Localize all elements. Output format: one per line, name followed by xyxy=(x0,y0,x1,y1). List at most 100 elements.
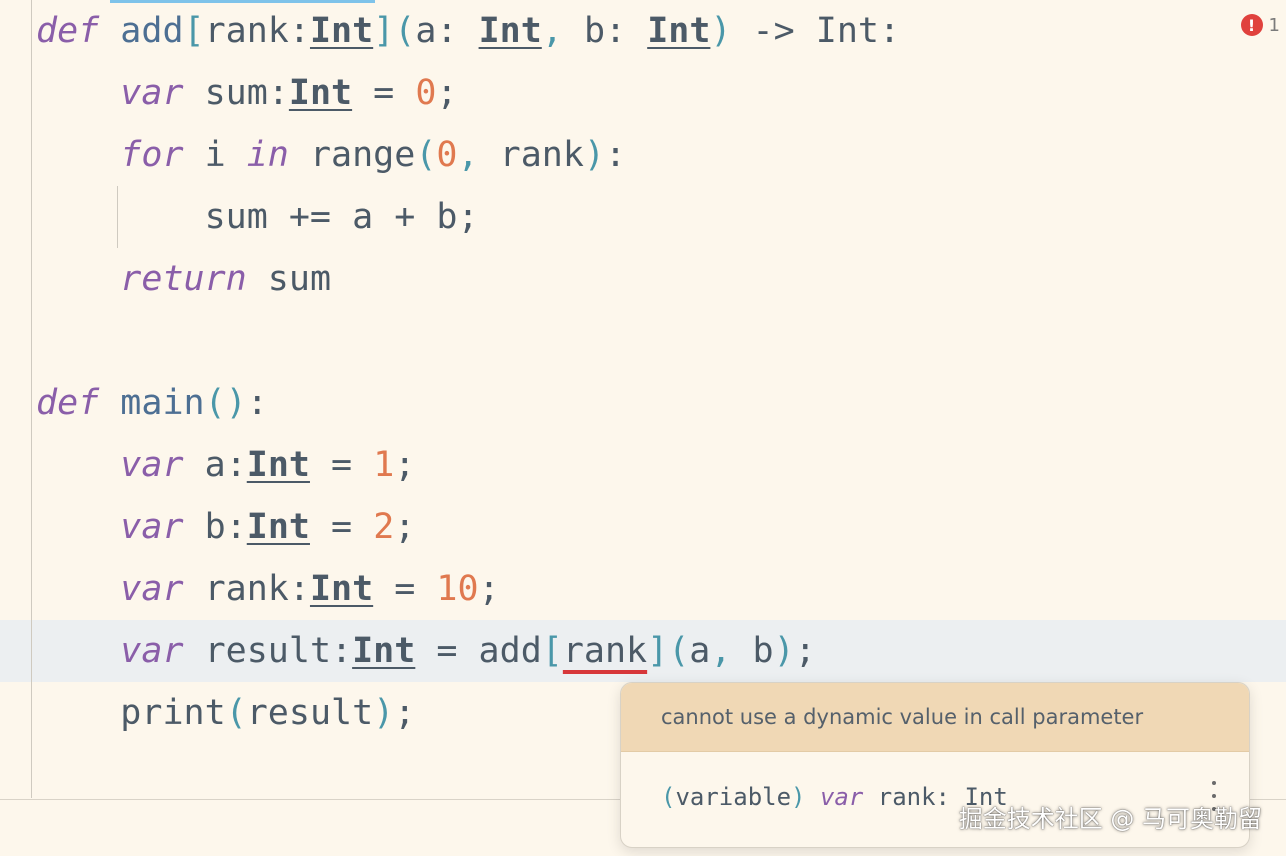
colon: : xyxy=(267,73,289,113)
type-annotation[interactable]: Int xyxy=(352,631,415,671)
type-annotation[interactable]: Int xyxy=(247,445,310,485)
code-line-11: print(result); xyxy=(36,682,415,744)
function-name: main xyxy=(120,383,205,423)
paren: ) xyxy=(773,631,795,671)
type-annotation[interactable]: Int xyxy=(479,11,542,51)
param: rank xyxy=(204,11,289,51)
type-annotation[interactable]: Int xyxy=(647,11,710,51)
identifier: a xyxy=(689,631,711,671)
paren: ( xyxy=(225,693,247,733)
problem-indicator[interactable]: ! 1 xyxy=(1240,14,1280,36)
semicolon: ; xyxy=(394,507,416,547)
code-line-6: def main(): xyxy=(36,372,268,434)
symbol-kind: variable xyxy=(675,783,792,811)
identifier: rank xyxy=(478,135,584,175)
number-literal: 0 xyxy=(415,73,437,113)
function-call: range xyxy=(288,135,416,175)
bracket: ] xyxy=(373,11,395,51)
paren: ( xyxy=(668,631,690,671)
operator: = xyxy=(373,569,437,609)
colon: : xyxy=(879,11,901,51)
code-line-7: var a:Int = 1; xyxy=(36,434,415,496)
bracket: [ xyxy=(541,631,563,671)
colon: : xyxy=(288,11,310,51)
keyword: var xyxy=(120,445,184,485)
operator: = xyxy=(309,445,374,485)
function-call: add xyxy=(478,631,542,671)
code-line-3: for i in range(0, rank): xyxy=(36,124,626,186)
colon: : xyxy=(331,631,353,671)
keyword: for xyxy=(120,135,184,175)
function-name: add xyxy=(120,11,184,51)
semicolon: ; xyxy=(394,693,416,733)
paren: ( xyxy=(661,783,676,811)
number-literal: 1 xyxy=(373,445,395,485)
semicolon: ; xyxy=(794,631,816,671)
type-annotation[interactable]: Int xyxy=(289,73,352,113)
code-line-5: return sum xyxy=(36,248,331,310)
hover-signature: (variable) var rank: Int xyxy=(661,783,1008,811)
arrow: -> xyxy=(731,11,816,51)
code-line-10: var result:Int = add[rank](a, b); xyxy=(36,620,816,682)
param: a xyxy=(415,11,437,51)
paren: ( xyxy=(394,11,416,51)
identifier: a xyxy=(183,445,226,485)
error-squiggle-rank[interactable]: rank xyxy=(563,631,647,671)
identifier: result xyxy=(183,631,332,671)
colon: : xyxy=(605,11,648,51)
paren: ) xyxy=(373,693,395,733)
colon: : xyxy=(225,507,247,547)
type-annotation[interactable]: Int xyxy=(310,569,373,609)
statement: sum += a + b; xyxy=(204,197,479,237)
keyword: var xyxy=(805,783,864,811)
code-editor[interactable]: ! 1 def add[rank:Int](a: Int, b: Int) ->… xyxy=(0,0,1286,800)
operator: = xyxy=(309,507,374,547)
param: b xyxy=(562,11,606,51)
keyword: var xyxy=(120,73,184,113)
code-line-8: var b:Int = 2; xyxy=(36,496,415,558)
paren: ) xyxy=(583,135,605,175)
identifier: i xyxy=(183,135,247,175)
keyword: def xyxy=(36,383,100,423)
paren: () xyxy=(204,383,247,423)
semicolon: ; xyxy=(394,445,416,485)
keyword: var xyxy=(120,631,184,671)
keyword: var xyxy=(120,507,184,547)
identifier: sum xyxy=(246,259,332,299)
diagnostic-message: cannot use a dynamic value in call param… xyxy=(621,683,1249,752)
code-line-1: def add[rank:Int](a: Int, b: Int) -> Int… xyxy=(36,0,900,62)
paren: ) xyxy=(791,783,806,811)
comma: , xyxy=(457,135,479,175)
identifier: sum xyxy=(183,73,268,113)
paren: ) xyxy=(710,11,732,51)
semicolon: ; xyxy=(436,73,458,113)
identifier: rank xyxy=(183,569,289,609)
number-literal: 2 xyxy=(373,507,395,547)
comma: , xyxy=(541,11,563,51)
paren: ( xyxy=(415,135,437,175)
colon: : xyxy=(436,11,479,51)
comma: , xyxy=(710,631,732,671)
keyword: var xyxy=(120,569,184,609)
error-icon: ! xyxy=(1240,14,1263,36)
number-literal: 10 xyxy=(436,569,479,609)
code-line-2: var sum:Int = 0; xyxy=(36,62,457,124)
keyword: def xyxy=(36,11,100,51)
colon: : xyxy=(246,383,268,423)
type-annotation[interactable]: Int xyxy=(247,507,310,547)
bracket: ] xyxy=(647,631,669,671)
watermark: 掘金技术社区 @ 马可奥勒留 xyxy=(958,805,1262,833)
type-annotation[interactable]: Int xyxy=(310,11,373,51)
identifier: result xyxy=(246,693,374,733)
semicolon: ; xyxy=(478,569,500,609)
identifier: b xyxy=(731,631,774,671)
identifier: b xyxy=(183,507,226,547)
